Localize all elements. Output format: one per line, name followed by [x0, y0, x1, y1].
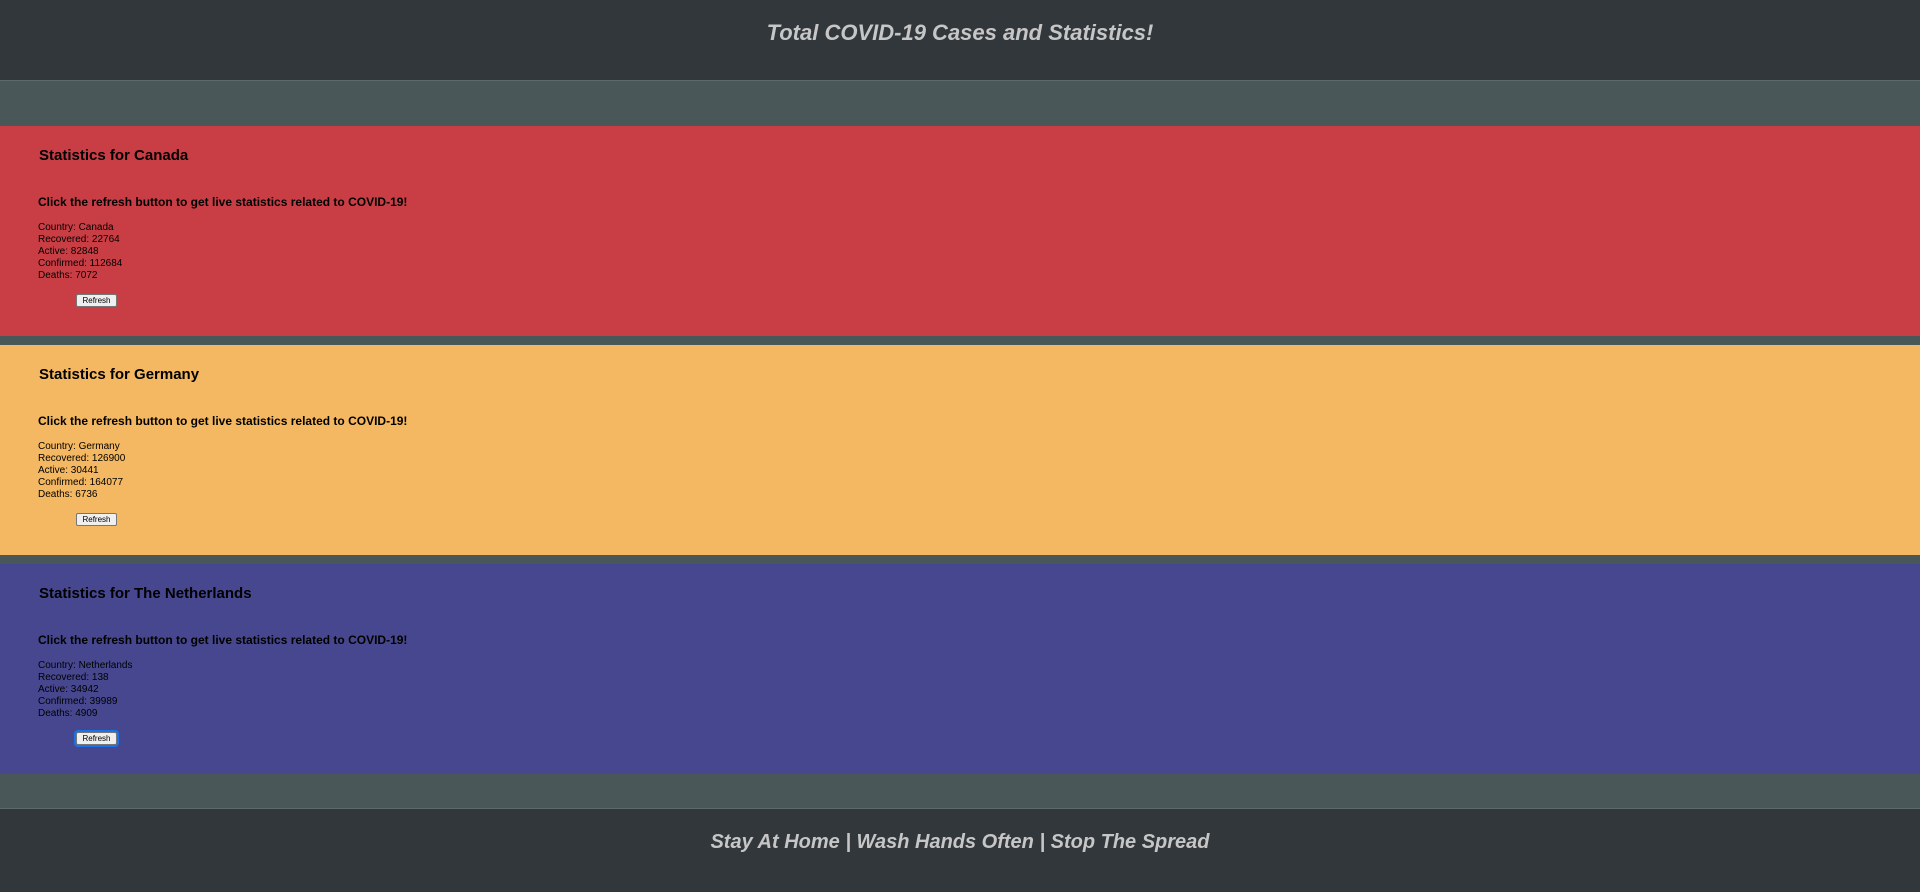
- stat-deaths: Deaths: 4909: [38, 708, 98, 719]
- stats-list: Country: Netherlands Recovered: 138 Acti…: [38, 660, 133, 720]
- refresh-button[interactable]: Refresh: [74, 730, 119, 747]
- card-netherlands: Statistics for The Netherlands Click the…: [0, 564, 1920, 774]
- spacer-band: [0, 336, 1920, 345]
- refresh-button[interactable]: Refresh: [76, 513, 117, 526]
- stat-country: Country: Netherlands: [38, 660, 133, 671]
- stat-confirmed: Confirmed: 112684: [38, 258, 123, 269]
- stat-active: Active: 34942: [38, 684, 99, 695]
- stat-deaths: Deaths: 6736: [38, 489, 98, 500]
- stat-deaths: Deaths: 7072: [38, 270, 98, 281]
- stat-active: Active: 82848: [38, 246, 99, 257]
- stat-confirmed: Confirmed: 39989: [38, 696, 118, 707]
- stat-country: Country: Canada: [38, 222, 114, 233]
- stats-list: Country: Canada Recovered: 22764 Active:…: [38, 222, 122, 282]
- refresh-button[interactable]: Refresh: [76, 294, 117, 307]
- spacer-band: [0, 774, 1920, 808]
- card-canada: Statistics for Canada Click the refresh …: [0, 126, 1920, 336]
- stat-recovered: Recovered: 126900: [38, 453, 126, 464]
- stat-recovered: Recovered: 138: [38, 672, 109, 683]
- stat-active: Active: 30441: [38, 465, 99, 476]
- spacer-band: [0, 555, 1920, 564]
- card-prompt: Click the refresh button to get live sta…: [38, 633, 408, 647]
- page-title: Total COVID-19 Cases and Statistics!: [766, 20, 1154, 45]
- stat-country: Country: Germany: [38, 441, 120, 452]
- card-prompt: Click the refresh button to get live sta…: [38, 414, 408, 428]
- footer-slogan: Stay At Home | Wash Hands Often | Stop T…: [710, 831, 1210, 853]
- card-germany: Statistics for Germany Click the refresh…: [0, 345, 1920, 555]
- stats-list: Country: Germany Recovered: 126900 Activ…: [38, 441, 125, 501]
- card-title: Statistics for Canada: [39, 147, 189, 164]
- spacer-band: [0, 81, 1920, 126]
- stat-recovered: Recovered: 22764: [38, 234, 120, 245]
- page-header: Total COVID-19 Cases and Statistics!: [0, 0, 1920, 81]
- card-prompt: Click the refresh button to get live sta…: [38, 195, 408, 209]
- stat-confirmed: Confirmed: 164077: [38, 477, 124, 488]
- card-title: Statistics for The Netherlands: [39, 585, 252, 602]
- page-footer: Stay At Home | Wash Hands Often | Stop T…: [0, 808, 1920, 892]
- card-title: Statistics for Germany: [39, 366, 200, 383]
